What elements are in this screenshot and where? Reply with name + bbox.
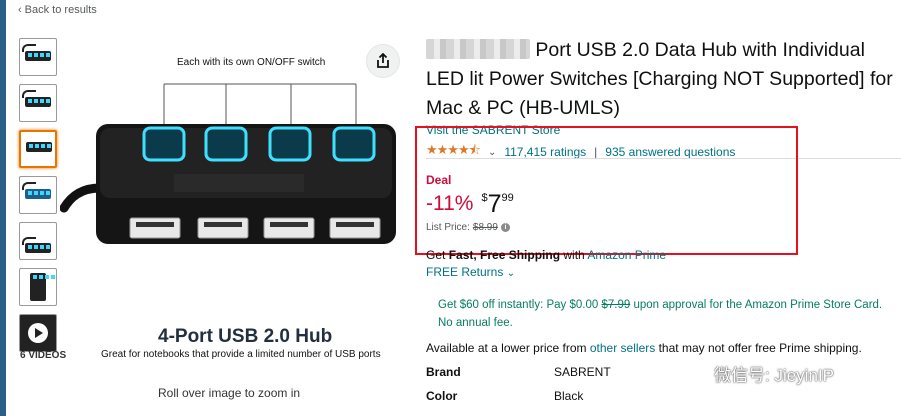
back-to-results-link[interactable]: ‹ Back to results xyxy=(18,4,97,16)
spec-key: Brand xyxy=(426,365,461,379)
spec-value: Black xyxy=(554,389,584,403)
watermark-text: 微信号: JieyinIP xyxy=(714,366,834,385)
spec-key: Color xyxy=(426,389,458,403)
ship-with: with xyxy=(563,248,585,262)
thumbnail-5[interactable] xyxy=(19,222,57,260)
video-thumbnail[interactable] xyxy=(19,314,57,352)
ship-fast-free: Fast, Free Shipping xyxy=(448,248,561,262)
promo-text-1: Get $60 off instantly: Pay $0.00 xyxy=(438,299,599,311)
zoom-hint: Roll over image to zoom in xyxy=(158,386,301,400)
image-title: 4-Port USB 2.0 Hub xyxy=(158,326,333,347)
image-subtitle: Great for notebooks that provide a limit… xyxy=(101,349,381,360)
other-sellers-link[interactable]: other sellers xyxy=(590,341,655,355)
spec-row: Color Black xyxy=(426,389,611,413)
amazon-prime-link[interactable]: Amazon Prime xyxy=(587,248,666,262)
lower-price-text-2: that may not offer free Prime shipping. xyxy=(658,341,862,355)
free-returns-label: FREE Returns xyxy=(426,265,504,279)
free-returns-link[interactable]: FREE Returns ⌄ xyxy=(426,265,515,279)
thumbnail-1[interactable] xyxy=(19,38,57,76)
lower-price-text-1: Available at a lower price from xyxy=(426,341,587,355)
prime-card-promo[interactable]: Get $60 off instantly: Pay $0.00 $7.99 u… xyxy=(438,296,893,332)
thumbnail-6[interactable] xyxy=(19,268,57,306)
share-icon xyxy=(377,53,389,68)
spec-value: SABRENT xyxy=(554,365,611,379)
wechat-icon xyxy=(679,363,705,383)
share-button[interactable] xyxy=(366,44,400,78)
thumbnail-list xyxy=(19,38,59,360)
back-label: Back to results xyxy=(24,4,97,16)
wechat-watermark: 微信号: JieyinIP xyxy=(678,361,834,386)
product-title: Port USB 2.0 Data Hub with Individual LE… xyxy=(426,36,896,123)
switch-callout-lines xyxy=(163,83,357,126)
ship-get: Get xyxy=(426,248,446,262)
shipping-info: Get Fast, Free Shipping with Amazon Prim… xyxy=(426,248,666,262)
thumbnail-3-selected[interactable] xyxy=(19,130,57,168)
product-specs-table: Brand SABRENT Color Black xyxy=(426,365,611,413)
window-edge xyxy=(0,0,6,416)
play-icon xyxy=(28,323,48,343)
thumbnail-2[interactable] xyxy=(19,84,57,122)
spec-row: Brand SABRENT xyxy=(426,365,611,389)
promo-struck-price: $7.99 xyxy=(601,299,631,311)
redacted-title-prefix xyxy=(426,39,530,59)
chevron-down-icon: ⌄ xyxy=(506,268,516,279)
thumbnail-4[interactable] xyxy=(19,176,57,214)
chevron-left-icon: ‹ xyxy=(18,4,22,16)
highlight-box xyxy=(415,126,798,255)
lower-price-note: Available at a lower price from other se… xyxy=(426,341,862,355)
